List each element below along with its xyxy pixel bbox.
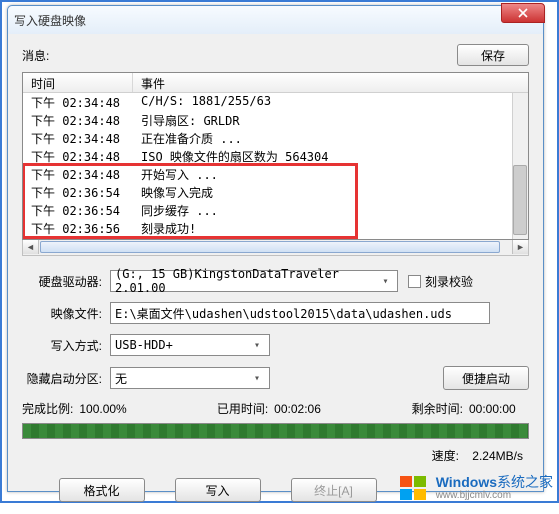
write-button[interactable]: 写入 — [175, 478, 261, 502]
drive-label: 硬盘驱动器: — [22, 273, 110, 290]
titlebar: 写入硬盘映像 — [8, 6, 543, 34]
chevron-down-icon: ▾ — [249, 340, 265, 351]
drive-select[interactable]: (G:, 15 GB)KingstonDataTraveler 2.01.00 … — [110, 270, 398, 292]
log-col-time[interactable]: 时间 — [23, 73, 133, 92]
quick-boot-button[interactable]: 便捷启动 — [443, 366, 529, 390]
log-row: 下午 02:34:48C/H/S: 1881/255/63 — [23, 93, 528, 111]
log-row: 下午 02:36:54同步缓存 ... — [23, 201, 528, 219]
verify-label: 刻录校验 — [425, 273, 473, 290]
remain-value: 00:00:00 — [469, 402, 529, 416]
format-button[interactable]: 格式化 — [59, 478, 145, 502]
log-row: 下午 02:34:48正在准备介质 ... — [23, 129, 528, 147]
log-col-event[interactable]: 事件 — [133, 73, 528, 92]
log-row: 下午 02:34:48引导扇区: GRLDR — [23, 111, 528, 129]
percent-value: 100.00% — [79, 402, 139, 416]
watermark-url: www.bjjcmlv.com — [436, 490, 553, 501]
save-button[interactable]: 保存 — [457, 44, 529, 66]
write-method-select[interactable]: USB-HDD+ ▾ — [110, 334, 270, 356]
watermark-brand: Windows系统之家 — [436, 475, 553, 490]
watermark: Windows系统之家 www.bjjcmlv.com — [398, 472, 553, 504]
log-row: 下午 02:36:54映像写入完成 — [23, 183, 528, 201]
method-label: 写入方式: — [22, 337, 110, 354]
percent-label: 完成比例: — [22, 400, 73, 417]
remain-label: 剩余时间: — [412, 400, 463, 417]
speed-label: 速度: — [432, 449, 459, 463]
log-header: 时间 事件 — [23, 73, 528, 93]
abort-button: 终止[A] — [291, 478, 377, 502]
elapsed-value: 00:02:06 — [274, 402, 334, 416]
hidden-partition-select[interactable]: 无 ▾ — [110, 367, 270, 389]
hidden-partition-value: 无 — [115, 370, 127, 387]
elapsed-label: 已用时间: — [217, 400, 268, 417]
windows-logo-icon — [398, 472, 430, 504]
log-body: 下午 02:34:48C/H/S: 1881/255/63 下午 02:34:4… — [23, 93, 528, 240]
image-label: 映像文件: — [22, 305, 110, 322]
dialog-window: 写入硬盘映像 消息: 保存 时间 事件 下午 02:34:48C/H/S: 18… — [7, 5, 544, 492]
progress-bar — [22, 423, 529, 439]
speed-value: 2.24MB/s — [472, 449, 523, 463]
close-button[interactable] — [501, 3, 545, 23]
write-method-value: USB-HDD+ — [115, 338, 173, 352]
log-row: 下午 02:36:56刻录成功! — [23, 219, 528, 237]
hscroll-thumb[interactable] — [40, 241, 500, 253]
verify-checkbox-wrap[interactable]: 刻录校验 — [408, 273, 473, 290]
log-row: 下午 02:34:48开始写入 ... — [23, 165, 528, 183]
log-listview[interactable]: 时间 事件 下午 02:34:48C/H/S: 1881/255/63 下午 0… — [22, 72, 529, 240]
progress-info: 完成比例: 100.00% 已用时间: 00:02:06 剩余时间: 00:00… — [22, 400, 529, 417]
chevron-down-icon: ▾ — [378, 276, 393, 287]
log-vscrollbar[interactable] — [512, 93, 528, 239]
window-title: 写入硬盘映像 — [14, 12, 86, 29]
hscroll-left-arrow[interactable]: ◄ — [23, 240, 39, 254]
log-vscroll-thumb[interactable] — [513, 165, 527, 235]
chevron-down-icon: ▾ — [249, 373, 265, 384]
image-path-input[interactable] — [110, 302, 490, 324]
message-label: 消息: — [22, 47, 49, 64]
close-icon — [518, 8, 528, 18]
speed-row: 速度: 2.24MB/s — [22, 447, 529, 464]
log-hscrollbar[interactable]: ◄ ► — [22, 240, 529, 256]
verify-checkbox[interactable] — [408, 275, 421, 288]
drive-select-value: (G:, 15 GB)KingstonDataTraveler 2.01.00 — [115, 267, 378, 295]
hidden-partition-label: 隐藏启动分区: — [22, 370, 110, 387]
log-row: 下午 02:34:48ISO 映像文件的扇区数为 564304 — [23, 147, 528, 165]
hscroll-right-arrow[interactable]: ► — [512, 240, 528, 254]
dialog-content: 消息: 保存 时间 事件 下午 02:34:48C/H/S: 1881/255/… — [8, 34, 543, 491]
